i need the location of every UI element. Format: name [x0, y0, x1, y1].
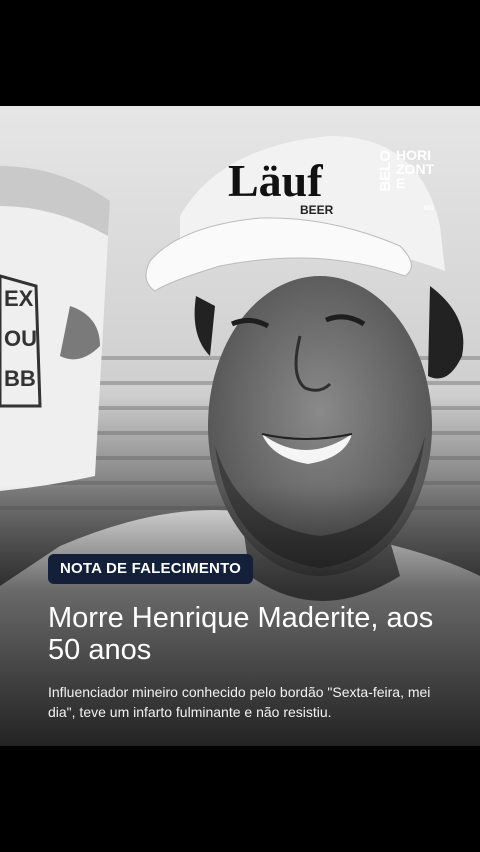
- logo-belo: BELO: [377, 150, 394, 192]
- svg-text:OU: OU: [4, 326, 37, 351]
- svg-text:BB: BB: [4, 366, 36, 391]
- news-post-card: Läuf BEER EX OU BB BELO HORIZONTE MG NOT…: [0, 106, 480, 746]
- headline: Morre Henrique Maderite, aos 50 anos: [48, 602, 434, 666]
- svg-text:EX: EX: [4, 286, 34, 311]
- logo-horizonte: HORIZONTE: [396, 147, 435, 191]
- cap-sub-text: BEER: [300, 203, 334, 217]
- belo-horizonte-logo: BELO HORIZONTE MG: [377, 147, 436, 214]
- category-badge: NOTA DE FALECIMENTO: [48, 554, 254, 584]
- subtitle: Influenciador mineiro conhecido pelo bor…: [48, 684, 431, 720]
- cap-logo-text: Läuf: [228, 155, 323, 206]
- logo-state: MG: [424, 206, 434, 212]
